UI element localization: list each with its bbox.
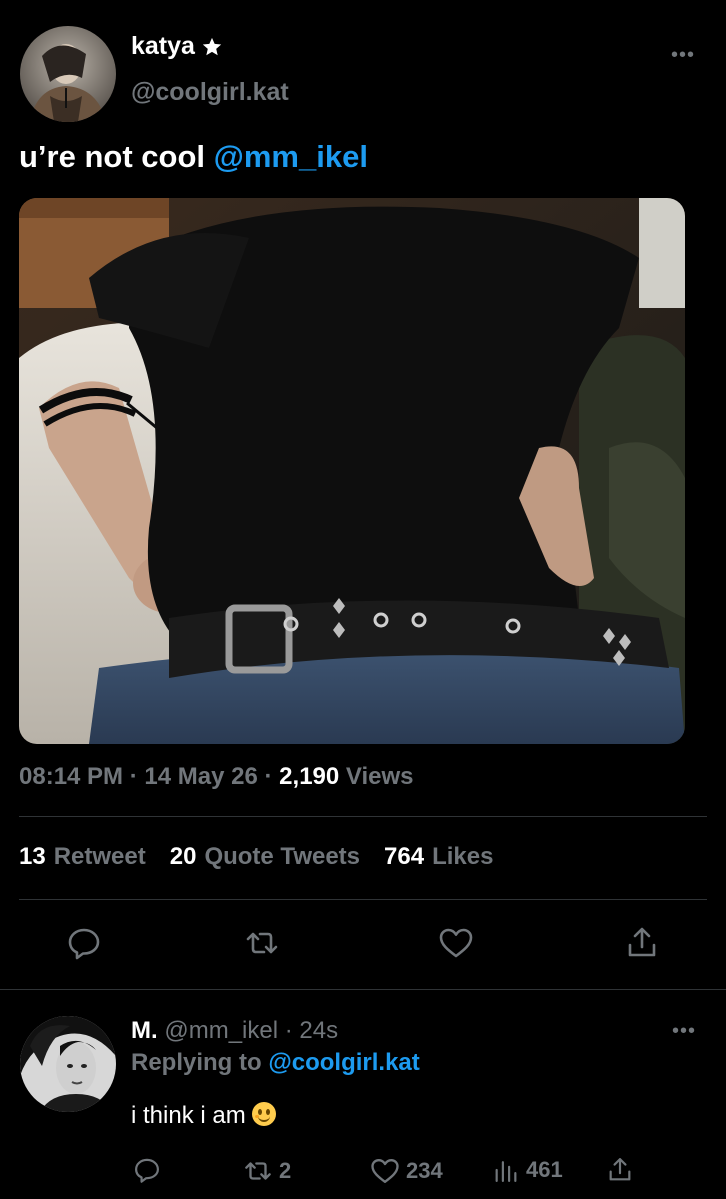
smiling-emoji-icon <box>251 1102 276 1126</box>
reply-like-count: 234 <box>406 1158 443 1183</box>
retweet-icon[interactable] <box>244 925 280 961</box>
share-icon <box>609 1158 631 1181</box>
tweet-mention[interactable]: @mm_ikel <box>214 139 368 174</box>
tweet-body: u’re not cool <box>19 139 205 174</box>
quote-label: Quote Tweets <box>204 843 361 870</box>
author-name-text[interactable]: katya <box>131 32 195 61</box>
divider <box>19 816 707 817</box>
like-icon <box>371 1159 399 1183</box>
reply-avatar[interactable] <box>20 1016 116 1112</box>
meta-separator: · <box>129 763 145 790</box>
retweet-stat[interactable]: 13 Retweet <box>19 843 146 871</box>
share-icon[interactable] <box>624 925 660 961</box>
reply-icon <box>135 1158 159 1183</box>
reply-separator: · <box>284 1017 293 1044</box>
like-icon[interactable] <box>438 925 474 961</box>
reply-views-count: 461 <box>526 1157 563 1182</box>
tweet-time[interactable]: 08:14 PM <box>19 763 123 790</box>
likes-stat[interactable]: 764 Likes <box>384 843 493 871</box>
author-name[interactable]: katya <box>131 32 223 61</box>
reply-body: i think i am <box>131 1102 246 1129</box>
retweet-count: 13 <box>19 843 46 870</box>
reply-author-name[interactable]: M. <box>131 1017 158 1044</box>
quote-stat[interactable]: 20 Quote Tweets <box>170 843 360 871</box>
reply-author-handle[interactable]: @mm_ikel <box>164 1017 278 1044</box>
likes-count: 764 <box>384 843 425 870</box>
star-icon <box>202 37 222 55</box>
reply-views-button[interactable]: 461 <box>492 1156 563 1184</box>
reply-reply-button[interactable] <box>133 1156 161 1184</box>
reply-like-button[interactable]: 234 <box>370 1156 443 1186</box>
tweet-date[interactable]: 14 May 26 <box>144 763 257 790</box>
views-count: 2,190 <box>279 763 340 790</box>
tweet-stats: 13 Retweet 20 Quote Tweets 764 Likes <box>19 843 493 871</box>
divider <box>0 989 726 990</box>
author-avatar[interactable] <box>20 26 116 122</box>
replying-prefix: Replying to <box>131 1049 262 1076</box>
tweet-meta: 08:14 PM · 14 May 26 · 2,190 Views <box>19 763 414 791</box>
quote-count: 20 <box>169 843 197 870</box>
tweet-detail-screen: katya @coolgirl.kat ••• u’re not cool @m… <box>0 0 726 1199</box>
meta-separator: · <box>264 763 280 790</box>
likes-label: Likes <box>432 843 494 870</box>
divider <box>19 899 707 900</box>
replying-to-handle[interactable]: @coolgirl.kat <box>268 1049 419 1076</box>
reply-retweet-count: 2 <box>279 1158 292 1183</box>
views-label: Views <box>345 763 414 790</box>
reply-retweet-button[interactable]: 2 <box>243 1156 291 1186</box>
tweet-text: u’re not cool @mm_ikel <box>19 139 368 175</box>
reply-header: M. @mm_ikel · 24s <box>131 1017 338 1045</box>
reply-share-button[interactable] <box>606 1156 634 1184</box>
reply-text: i think i am <box>131 1102 276 1130</box>
replying-to: Replying to @coolgirl.kat <box>131 1049 420 1077</box>
author-handle[interactable]: @coolgirl.kat <box>131 78 289 107</box>
retweet-label: Retweet <box>53 843 146 870</box>
more-options-icon[interactable]: ••• <box>671 44 695 67</box>
views-icon <box>495 1161 517 1182</box>
reply-more-icon[interactable]: ••• <box>672 1020 696 1043</box>
reply-icon[interactable] <box>66 925 102 961</box>
retweet-icon <box>245 1162 271 1180</box>
tweet-photo[interactable] <box>19 198 685 744</box>
reply-age[interactable]: 24s <box>299 1017 338 1044</box>
